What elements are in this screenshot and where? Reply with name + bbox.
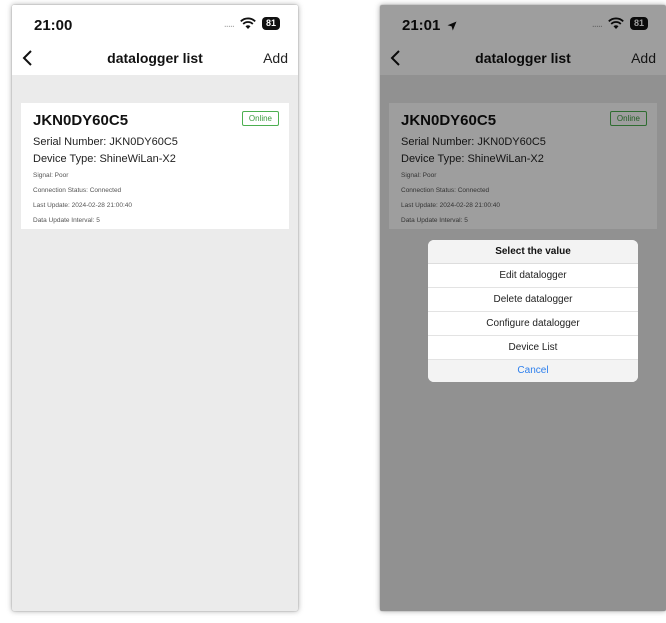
delete-datalogger-option[interactable]: Delete datalogger (428, 288, 638, 312)
connection-status: Connection Status: Connected (33, 187, 122, 194)
battery-icon: 81 (261, 17, 280, 30)
cancel-button[interactable]: Cancel (428, 360, 638, 382)
signal-text: Signal: Poor (33, 172, 69, 179)
configure-datalogger-option[interactable]: Configure datalogger (428, 312, 638, 336)
datalogger-card[interactable]: JKN0DY60C5 Online Serial Number: JKN0DY6… (21, 103, 289, 229)
nav-bar: datalogger list Add (12, 41, 298, 75)
update-interval: Data Update Interval: 5 (33, 217, 100, 224)
serial-number: Serial Number: JKN0DY60C5 (33, 136, 178, 148)
device-type: Device Type: ShineWiLan-X2 (33, 153, 176, 165)
status-bar: 21:00 ..... 81 (12, 5, 298, 41)
last-update: Last Update: 2024-02-28 21:00:40 (33, 202, 133, 209)
status-badge: Online (241, 111, 279, 126)
page-title: datalogger list (107, 50, 203, 66)
add-button[interactable]: Add (263, 50, 288, 66)
status-time: 21:00 (34, 17, 73, 34)
phone-screen-right: 21:01 ..... 81 datalogger list Add JKN0D… (380, 5, 666, 611)
cellular-signal-icon: ..... (223, 17, 235, 30)
action-sheet: Select the value Edit datalogger Delete … (428, 240, 638, 382)
device-list-option[interactable]: Device List (428, 336, 638, 360)
phone-screen-left: 21:00 ..... 81 datalogger list Add JKN0D… (12, 5, 298, 611)
datalogger-name: JKN0DY60C5 (33, 112, 129, 129)
edit-datalogger-option[interactable]: Edit datalogger (428, 264, 638, 288)
action-sheet-title: Select the value (428, 240, 638, 264)
wifi-icon (240, 17, 256, 29)
